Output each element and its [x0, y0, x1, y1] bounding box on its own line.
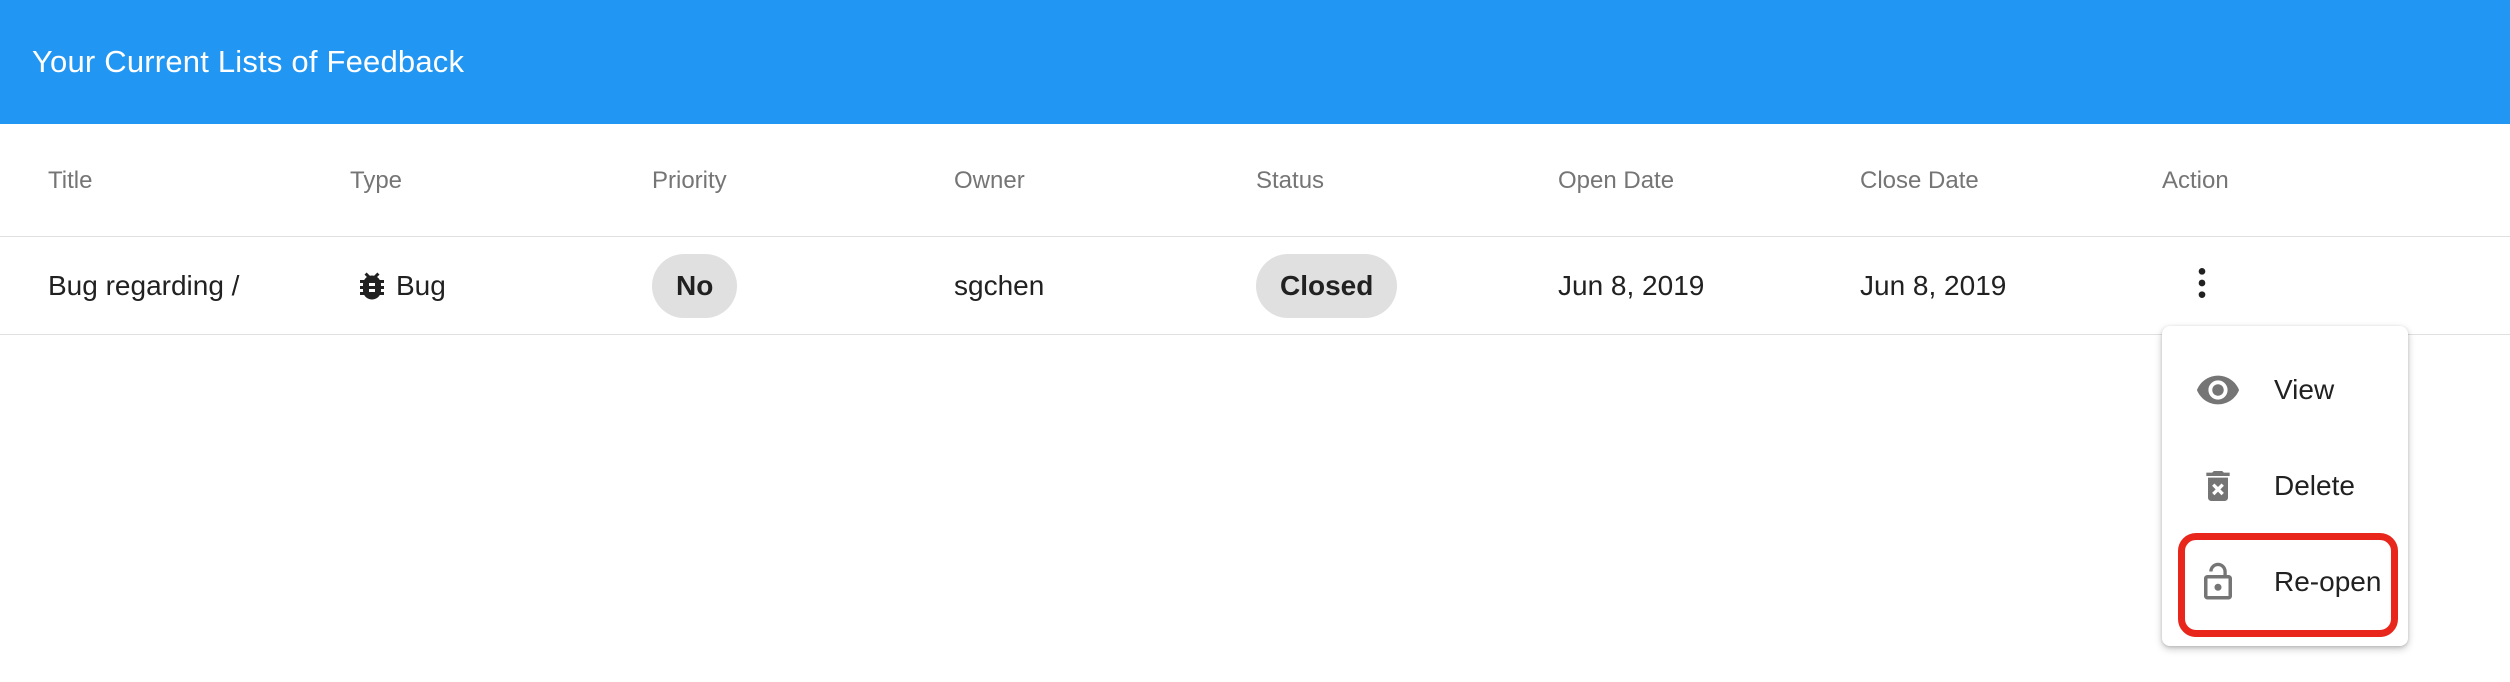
menu-item-delete[interactable]: Delete	[2162, 438, 2408, 534]
menu-item-label: Re-open	[2274, 566, 2382, 597]
owner-name: sgchen	[954, 270, 1045, 301]
column-header-close-date[interactable]: Close Date	[1860, 124, 1979, 237]
cell-close-date: Jun 8, 2019	[1860, 237, 2006, 335]
feedback-title: Bug regarding /	[48, 270, 240, 301]
column-header-open-date[interactable]: Open Date	[1558, 124, 1674, 237]
column-header-action: Action	[2162, 167, 2229, 194]
more-actions-button[interactable]	[2174, 258, 2230, 314]
delete-icon	[2194, 462, 2242, 510]
app-bar: Your Current Lists of Feedback	[0, 0, 2510, 124]
cell-action	[2174, 237, 2230, 335]
action-menu: View Delete Re-open	[2162, 326, 2408, 646]
more-vert-icon	[2182, 263, 2222, 310]
menu-item-label: View	[2274, 374, 2335, 405]
close-date: Jun 8, 2019	[1860, 270, 2007, 301]
priority-chip: No	[652, 254, 738, 318]
bug-icon	[354, 268, 390, 304]
cell-status: Closed	[1256, 237, 1398, 335]
open-date: Jun 8, 2019	[1558, 270, 1705, 301]
column-header-status[interactable]: Status	[1256, 124, 1324, 237]
column-header-priority[interactable]: Priority	[652, 124, 727, 237]
cell-owner: sgchen	[954, 237, 1044, 335]
cell-title: Bug regarding /	[48, 237, 239, 335]
table-header: Title Type Priority Owner Status Open Da…	[0, 124, 2510, 237]
table-row[interactable]: Bug regarding / Bug No sgchen Closed Jun…	[0, 237, 2510, 335]
cell-type: Bug	[354, 237, 446, 335]
menu-item-reopen[interactable]: Re-open	[2162, 534, 2408, 630]
menu-item-label: Delete	[2274, 470, 2355, 501]
cell-priority: No	[652, 237, 738, 335]
menu-item-view[interactable]: View	[2162, 342, 2408, 438]
page-title: Your Current Lists of Feedback	[32, 44, 465, 79]
column-header-owner[interactable]: Owner	[954, 124, 1025, 237]
eye-icon	[2194, 366, 2242, 414]
lock-open-icon	[2194, 558, 2242, 606]
type-label: Bug	[396, 270, 446, 301]
cell-open-date: Jun 8, 2019	[1558, 237, 1704, 335]
status-badge: Closed	[1256, 254, 1398, 318]
column-header-type[interactable]: Type	[350, 124, 402, 237]
column-header-title[interactable]: Title	[48, 124, 92, 237]
